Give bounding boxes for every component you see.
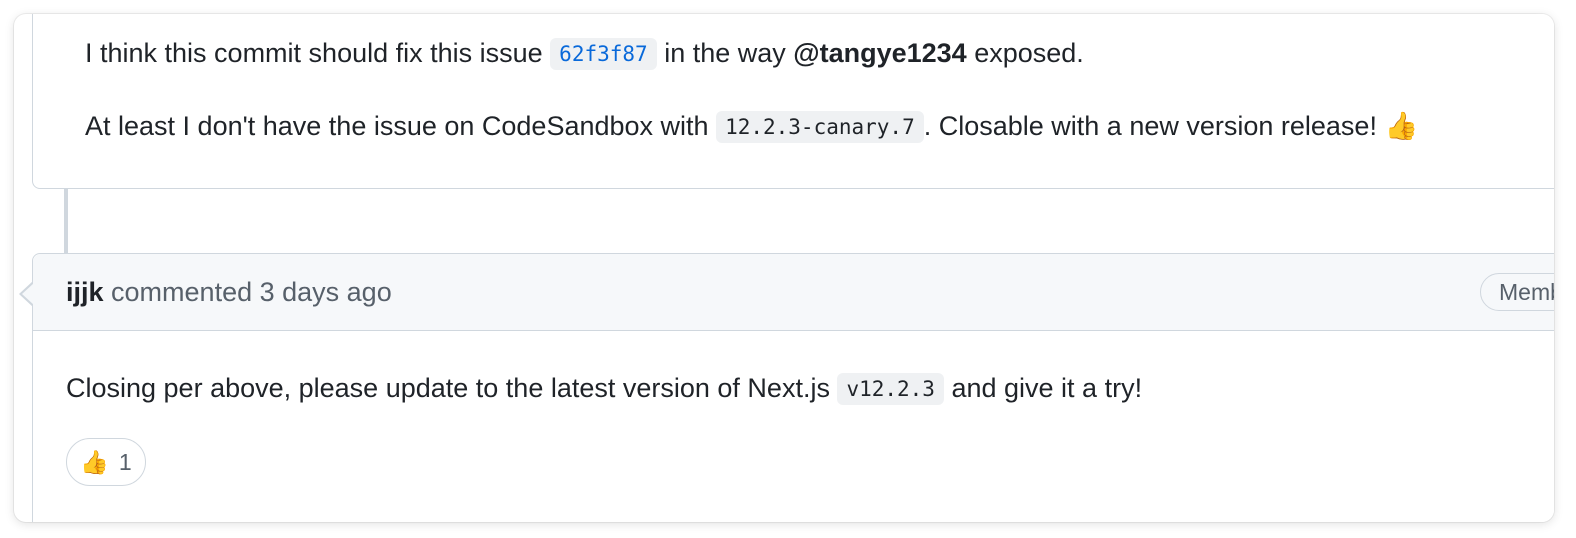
comment-text: and give it a try! xyxy=(943,373,1143,403)
comment-author-link[interactable]: ijjk xyxy=(66,277,104,307)
user-mention-link[interactable]: @tangye1234 xyxy=(793,38,966,68)
thumbs-up-icon: 👍 xyxy=(80,448,109,475)
comment-text: . Closable with a new version release! xyxy=(923,111,1385,141)
comment-action: commented xyxy=(103,277,260,307)
comment-text: At least I don't have the issue on CodeS… xyxy=(85,111,717,141)
comment-box-previous: I think this commit should fix this issu… xyxy=(32,14,1554,189)
comment-text: Closing per above, please update to the … xyxy=(66,373,838,403)
reaction-count: 1 xyxy=(118,448,132,475)
member-role-badge: Member xyxy=(1480,273,1554,311)
comment-text: exposed. xyxy=(966,38,1084,68)
comment-header-text: ijjk commented 3 days ago xyxy=(66,274,392,310)
inline-code-version: 12.2.3-canary.7 xyxy=(716,111,924,143)
comment-timestamp-link[interactable]: 3 days ago xyxy=(260,277,392,307)
comment-text: in the way xyxy=(656,38,794,68)
commit-link[interactable]: 62f3f87 xyxy=(550,38,657,70)
thumbs-up-emoji: 👍 xyxy=(1384,111,1419,141)
thumbs-up-reaction-button[interactable]: 👍 1 xyxy=(66,438,146,486)
comment-body: Closing per above, please update to the … xyxy=(66,370,1142,408)
comment-box-ijjk: ijjk commented 3 days ago Member Closing… xyxy=(32,253,1554,522)
comment-thread: I think this commit should fix this issu… xyxy=(14,14,1554,522)
comment-text: I think this commit should fix this issu… xyxy=(85,38,551,68)
comment-paragraph-2: At least I don't have the issue on CodeS… xyxy=(85,108,1418,146)
comment-paragraph-1: I think this commit should fix this issu… xyxy=(85,35,1084,73)
comment-pointer-arrow-fill xyxy=(21,282,34,305)
timeline-connector xyxy=(64,188,68,254)
comment-header: ijjk commented 3 days ago Member xyxy=(33,254,1554,331)
inline-code-version: v12.2.3 xyxy=(837,373,944,405)
